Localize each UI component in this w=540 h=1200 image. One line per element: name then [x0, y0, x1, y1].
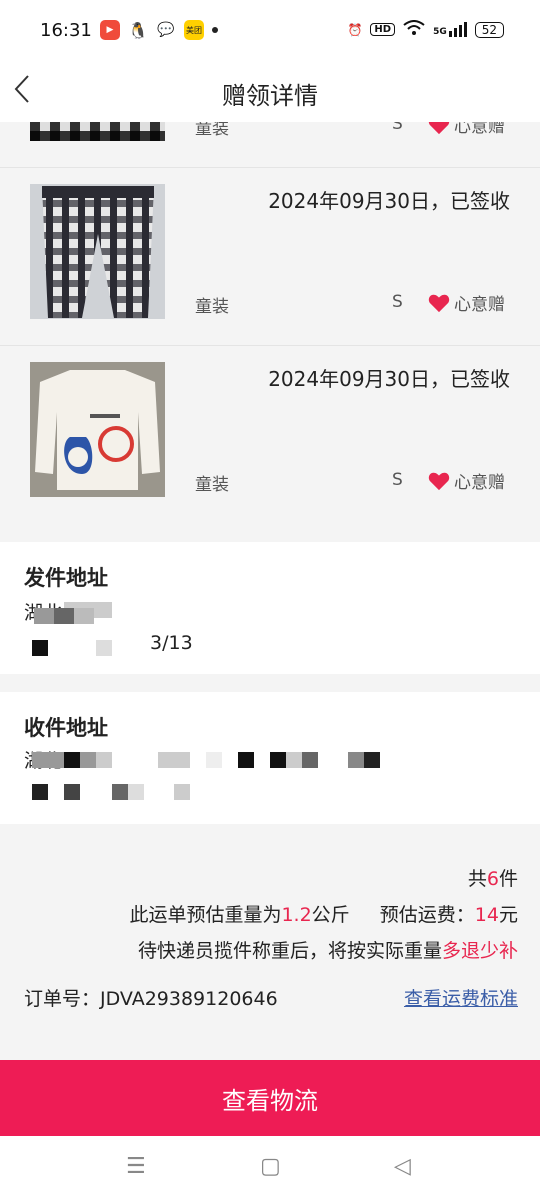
order-number: 订单号：JDVA29389120646: [24, 988, 278, 1010]
item-size: S: [392, 292, 403, 312]
wifi-icon: [403, 20, 425, 39]
item-size: S: [392, 470, 403, 490]
list-item[interactable]: 2024年09月30日，已签收 童装 S 心意赠: [0, 346, 540, 524]
heart-icon: [428, 294, 450, 312]
redacted-block: [112, 784, 144, 800]
item-date: 2024年09月30日，已签收: [268, 367, 510, 391]
home-icon[interactable]: ▢: [260, 1154, 281, 1179]
qq-icon: 🐧: [128, 20, 148, 40]
battery-icon: 52: [474, 21, 504, 38]
back-nav-icon[interactable]: ◁: [394, 1154, 411, 1179]
list-item[interactable]: 童装 S 心意赠: [0, 122, 540, 168]
item-count: 共6件: [467, 868, 518, 890]
item-category: 童装: [195, 122, 229, 139]
page-title: 赠领详情: [222, 82, 318, 110]
item-category: 童装: [195, 297, 229, 317]
sender-address-card: 发件地址 湖北 3/13: [0, 542, 540, 674]
fee-standard-link[interactable]: 查看运费标准: [404, 984, 518, 1011]
list-item[interactable]: 2024年09月30日，已签收 童装 S 心意赠: [0, 168, 540, 346]
alarm-icon: ⏰: [347, 22, 363, 37]
video-app-icon: ▶: [100, 20, 120, 40]
item-thumbnail: [30, 122, 165, 141]
item-date: 2024年09月30日，已签收: [268, 189, 510, 213]
item-size: S: [392, 122, 403, 134]
item-thumbnail: [30, 362, 165, 497]
redacted-block: [34, 608, 94, 624]
menu-icon[interactable]: ☰: [126, 1154, 146, 1179]
redacted-block: [270, 752, 318, 768]
item-category: 童装: [195, 475, 229, 495]
redacted-block: [238, 752, 254, 768]
gift-tag: 心意赠: [428, 468, 505, 493]
nav-bar: 赠领详情: [0, 62, 540, 122]
view-logistics-button[interactable]: 查看物流: [0, 1060, 540, 1136]
redacted-block: [348, 752, 380, 768]
notification-icons: ▶ 🐧 💬 美团: [100, 20, 218, 40]
system-nav-bar: ☰ ▢ ◁: [0, 1136, 540, 1200]
wechat-icon: 💬: [156, 20, 176, 40]
receiver-address-label: 收件地址: [24, 716, 108, 740]
redacted-block: [96, 640, 112, 656]
hd-icon: HD: [370, 23, 396, 36]
receiver-address-card: 收件地址 湖北: [0, 692, 540, 824]
gift-tag: 心意赠: [428, 122, 505, 137]
meituan-icon: 美团: [184, 20, 204, 40]
redacted-block: [206, 752, 222, 768]
weighing-note: 待快递员揽件称重后，将按实际重量多退少补: [137, 940, 518, 962]
heart-icon: [428, 122, 450, 134]
sender-address-label: 发件地址: [24, 566, 108, 590]
weight-and-fee: 此运单预估重量为1.2公斤 预估运费：14元: [129, 904, 518, 926]
item-list[interactable]: 童装 S 心意赠 2024年09月30日，已签收 童装 S 心意赠 2024年0…: [0, 122, 540, 540]
redacted-block: [64, 784, 80, 800]
redacted-block: [32, 784, 48, 800]
shipping-summary: 共6件 此运单预估重量为1.2公斤 预估运费：14元 待快递员揽件称重后，将按实…: [0, 826, 540, 1060]
system-indicators: ⏰ HD 5G 52: [347, 20, 504, 39]
redacted-block: [158, 752, 190, 768]
more-notifications-icon: [212, 27, 218, 33]
signal-icon: 5G: [433, 22, 467, 37]
item-thumbnail: [30, 184, 165, 319]
network-type: 5G: [433, 27, 447, 37]
status-time: 16:31: [40, 20, 92, 41]
redacted-block: [32, 640, 48, 656]
status-bar: 16:31 ▶ 🐧 💬 美团 ⏰ HD 5G 52: [0, 0, 540, 62]
redacted-block: [32, 752, 112, 768]
heart-icon: [428, 472, 450, 490]
gift-tag: 心意赠: [428, 290, 505, 315]
sender-address-line2: 3/13: [150, 632, 193, 654]
redacted-block: [174, 784, 190, 800]
